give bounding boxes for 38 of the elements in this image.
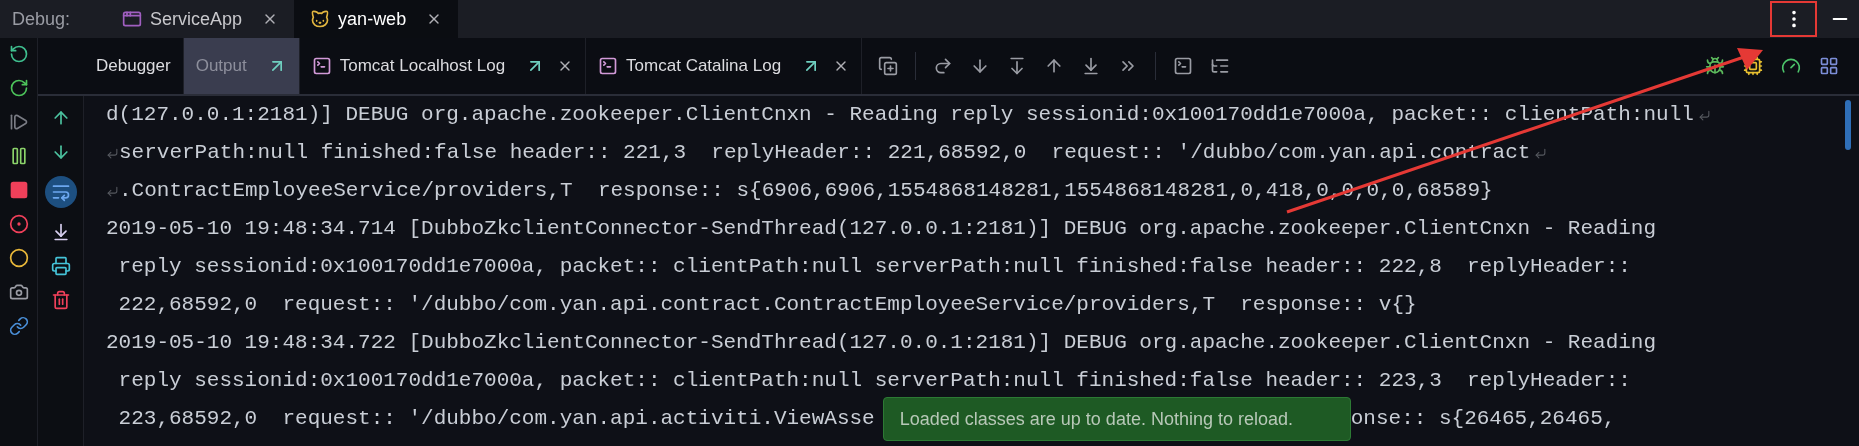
- log-text: 2019-05-10 19:48:34.714 [DubboZkclientConnector-SendThread(127.0.0.1:2181)] DEBUG org.apache.zookeeper.ClientCnxn - Reading: [106, 216, 1657, 243]
- resume-icon[interactable]: [8, 112, 29, 132]
- step-over-icon[interactable]: [933, 56, 954, 76]
- restart-icon[interactable]: [8, 78, 29, 98]
- camera-icon[interactable]: [8, 282, 29, 302]
- rerun-icon[interactable]: [8, 44, 29, 64]
- log-text: 2019-05-10 19:48:34.722 [DubboZkclientConnector-SendThread(127.0.0.1:2181)] DEBUG org.apache.zookeeper.ClientCnxn - Reading: [106, 330, 1657, 357]
- tool-tab[interactable]: Tomcat Localhost Log: [299, 38, 587, 94]
- print-icon[interactable]: [50, 256, 71, 276]
- soft-wrap-toggle[interactable]: [44, 176, 77, 208]
- gauge-icon[interactable]: [1781, 56, 1801, 76]
- trace-icon[interactable]: [1210, 56, 1231, 76]
- window-icon[interactable]: [122, 9, 143, 29]
- breakpoints-icon[interactable]: [8, 214, 29, 234]
- trash-icon[interactable]: [50, 290, 71, 310]
- grid-icon[interactable]: [1819, 56, 1839, 76]
- debug-label: Debug:: [11, 7, 72, 31]
- cat-icon[interactable]: [310, 9, 331, 29]
- log-text: reply sessionid:0x100170dd1e7000a, packet:: clientPath:null serverPath:null finished:false header:: 223,3 replyHeader::: [117, 368, 1631, 395]
- log-text: 222,68592,0 request:: '/dubbo/com.yan.api.contract.ContractEmployeeService/providers,T response:: v{}: [117, 292, 1417, 319]
- terminal-icon[interactable]: [311, 56, 332, 76]
- log-text: reply sessionid:0x100170dd1e7000a, packet:: clientPath:null serverPath:null finished:false header:: 222,8 replyHeader::: [117, 254, 1631, 281]
- scrollbar-thumb[interactable]: [1845, 100, 1851, 150]
- run-tab[interactable]: ServiceApp: [106, 0, 295, 38]
- tool-tab[interactable]: Debugger: [84, 38, 184, 94]
- bug-icon[interactable]: [1705, 56, 1725, 76]
- notification-toast: Loaded classes are up to date. Nothing to reload.: [882, 397, 1351, 441]
- link-icon[interactable]: [8, 316, 29, 336]
- stop-icon[interactable]: [8, 180, 29, 200]
- run-tab[interactable]: yan-web: [294, 0, 459, 38]
- log-text: onse:: s{26465,26465,: [1350, 406, 1616, 433]
- log-text: 223,68592,0 request:: '/dubbo/com.yan.api.activiti.ViewAsse: [117, 406, 875, 433]
- tool-tab[interactable]: Tomcat Catalina Log: [586, 38, 863, 94]
- terminal-icon[interactable]: [598, 56, 619, 76]
- layout-icon[interactable]: [878, 56, 899, 76]
- wrap-icon: [50, 182, 71, 202]
- mute-breakpoints-icon[interactable]: [8, 248, 29, 268]
- console-icon[interactable]: [1173, 56, 1194, 76]
